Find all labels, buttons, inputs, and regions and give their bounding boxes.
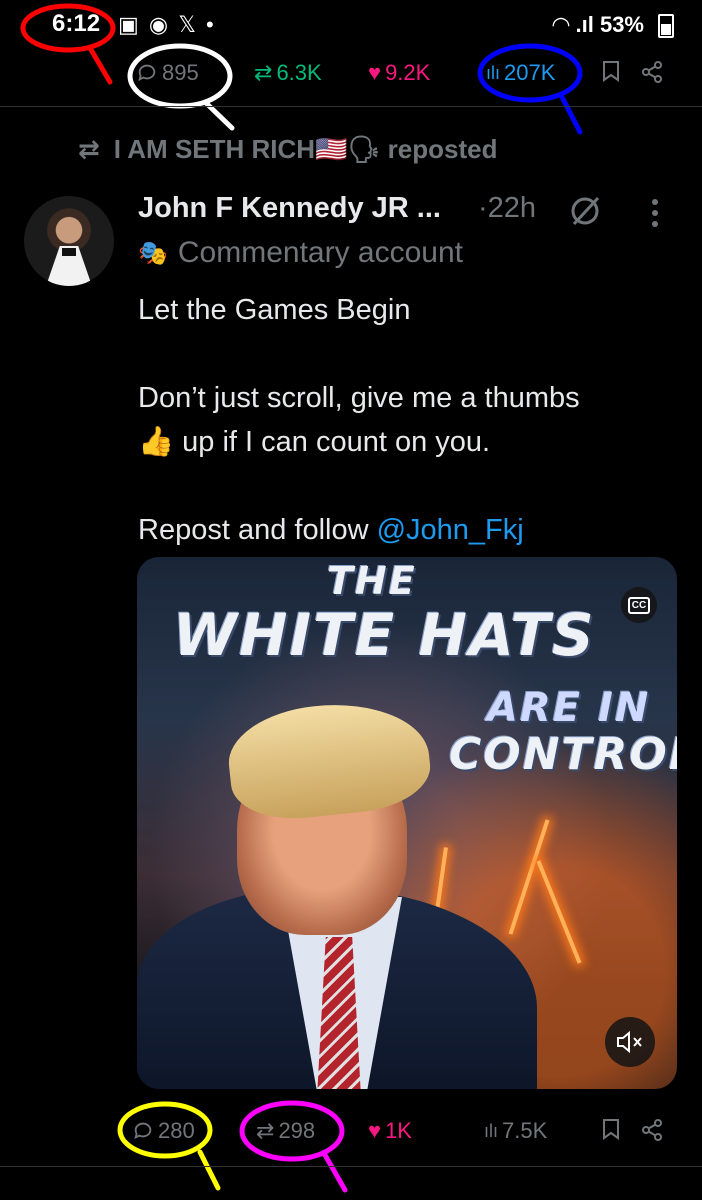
reposts-count-top: 6.3K [276, 60, 322, 85]
bookmark-icon [603, 61, 619, 82]
heart-icon: ♥ [368, 1118, 382, 1143]
views-icon: ılı [486, 62, 501, 83]
repost-icon: ⇄ [254, 60, 273, 85]
replies-count-bottom: 280 [158, 1118, 195, 1143]
media-title-sub1: ARE IN [487, 685, 651, 731]
mention-link[interactable]: @John_Fkj [377, 514, 524, 546]
author-avatar[interactable] [24, 196, 114, 286]
more-options-icon[interactable] [648, 196, 662, 230]
post-video[interactable]: THE WHITE HATS ARE IN CONTROL CC [137, 557, 677, 1089]
reply-icon [138, 64, 156, 82]
captions-button[interactable]: CC [621, 587, 657, 623]
views-count-bottom: 7.5K [502, 1118, 548, 1143]
views-count-top: 207K [504, 60, 556, 85]
heart-icon: ♥ [368, 60, 382, 85]
author-name[interactable]: John F Kennedy JR ... [138, 192, 441, 225]
post-divider [0, 106, 702, 107]
commentary-label: 🎭 Commentary account [138, 236, 464, 269]
views-button[interactable]: ılı 7.5K [484, 1118, 547, 1144]
repost-icon: ⇄ [256, 1118, 275, 1143]
media-title-main: WHITE HATS [173, 601, 596, 669]
repost-context-text: I AM SETH RICH🇺🇸🗣 reposted [113, 134, 498, 164]
body-line: Repost and follow [138, 514, 377, 546]
like-button[interactable]: ♥ 1K [368, 1118, 412, 1144]
reposts-count-bottom: 298 [278, 1118, 316, 1143]
replies-count-top: 895 [162, 60, 199, 85]
bookmark-button-top[interactable] [602, 60, 620, 82]
body-line: Let the Games Begin [138, 294, 411, 326]
speaker-muted-icon [617, 1030, 642, 1054]
post-time: ·22h [478, 192, 537, 224]
reply-button-top[interactable]: 895 [136, 60, 199, 86]
views-icon: ılı [484, 1120, 499, 1141]
bookmark-button[interactable] [602, 1118, 620, 1140]
mute-button[interactable] [605, 1017, 655, 1067]
repost-context[interactable]: ⇄ I AM SETH RICH🇺🇸🗣 reposted [78, 134, 497, 165]
body-line: 👍 up if I can count on you. [138, 426, 491, 458]
likes-count-top: 9.2K [385, 60, 431, 85]
media-title-top: THE [327, 559, 417, 603]
likes-count-bottom: 1K [385, 1118, 412, 1143]
share-button-top[interactable] [640, 60, 664, 84]
cc-icon: CC [627, 596, 651, 614]
reply-icon [134, 1122, 152, 1140]
repost-button-top[interactable]: ⇄ 6.3K [254, 60, 322, 86]
body-line: Don’t just scroll, give me a thumbs [138, 382, 580, 414]
media-title-sub2: CONTROL [449, 729, 677, 780]
post-body: Let the Games Begin Don’t just scroll, g… [138, 288, 658, 552]
repost-icon: ⇄ [78, 134, 100, 164]
like-button-top[interactable]: ♥ 9.2K [368, 60, 430, 86]
views-button-top[interactable]: ılı 207K [486, 60, 555, 86]
post-divider [0, 1166, 702, 1167]
reply-button[interactable]: 280 [132, 1118, 195, 1144]
grok-icon[interactable] [568, 194, 602, 228]
share-icon [642, 1119, 662, 1141]
bookmark-icon [603, 1119, 619, 1140]
repost-button[interactable]: ⇄ 298 [256, 1118, 315, 1144]
theater-masks-icon: 🎭 [138, 239, 168, 267]
share-icon [642, 61, 662, 83]
share-button[interactable] [640, 1118, 664, 1142]
